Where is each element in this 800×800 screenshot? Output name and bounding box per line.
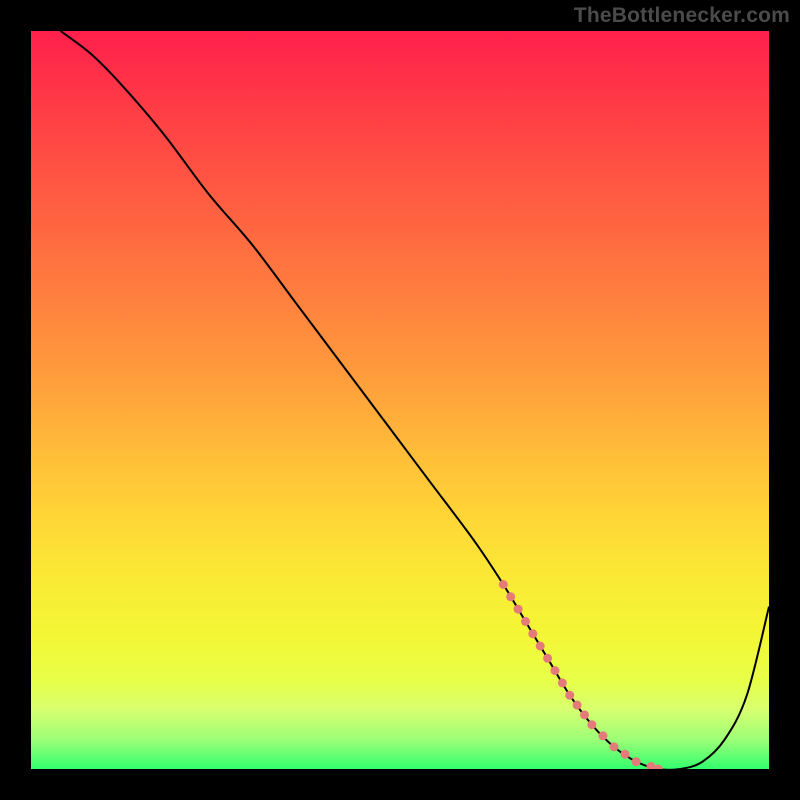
valley-marker-dot — [558, 678, 567, 687]
valley-marker-dot — [550, 666, 559, 675]
chart-svg — [0, 0, 800, 800]
valley-marker-dot — [543, 654, 552, 663]
valley-marker-dot — [506, 592, 515, 601]
valley-marker-dot — [654, 765, 663, 774]
valley-marker-dot — [646, 762, 655, 771]
valley-marker-dot — [621, 750, 630, 759]
watermark-text: TheBottlenecker.com — [574, 4, 790, 28]
valley-marker-dot — [565, 691, 574, 700]
valley-marker-dot — [573, 701, 582, 710]
valley-marker-dot — [610, 742, 619, 751]
valley-marker-dot — [587, 720, 596, 729]
chart-container: TheBottlenecker.com — [0, 0, 800, 800]
valley-marker-dot — [632, 757, 641, 766]
valley-marker-dot — [598, 731, 607, 740]
valley-marker-dot — [499, 580, 508, 589]
valley-marker-dot — [528, 629, 537, 638]
valley-marker-dot — [514, 605, 523, 614]
valley-marker-dot — [536, 642, 545, 651]
valley-marker-dot — [580, 710, 589, 719]
bottleneck-curve — [61, 31, 769, 770]
valley-marker-dot — [521, 617, 530, 626]
